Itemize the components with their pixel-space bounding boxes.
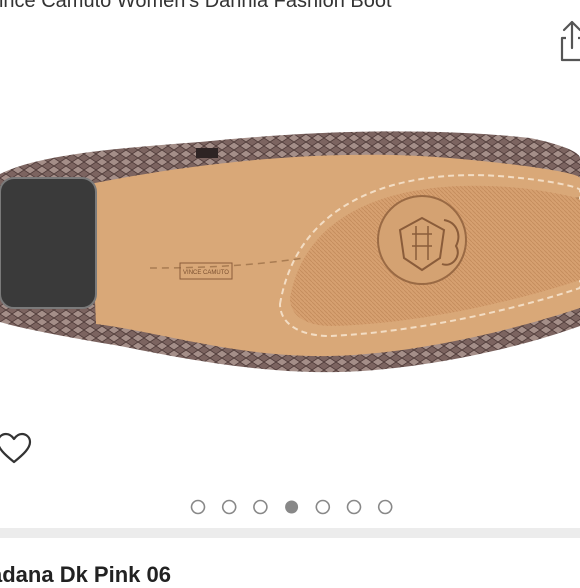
product-image[interactable]: VINCE CAMUTO [0,118,580,380]
carousel-dot[interactable] [346,499,362,515]
carousel-dot[interactable] [377,499,393,515]
page-title: Vince Camuto Women's Dannia Fashion Boot [0,0,392,12]
heart-outline-icon[interactable] [0,432,32,466]
carousel-dot[interactable] [253,499,268,515]
carousel-pagination[interactable] [0,498,580,518]
share-icon[interactable] [554,18,580,64]
carousel-dot[interactable] [315,499,331,515]
product-variant-text: adana Dk Pink 06 [0,562,171,587]
boot-heel [0,178,96,308]
carousel-dot[interactable] [221,499,237,515]
section-divider [0,528,580,538]
svg-text:VINCE CAMUTO: VINCE CAMUTO [183,270,229,276]
carousel-dot-active[interactable] [285,500,299,514]
carousel-dot[interactable] [190,499,206,515]
brand-crest-icon [377,195,467,285]
